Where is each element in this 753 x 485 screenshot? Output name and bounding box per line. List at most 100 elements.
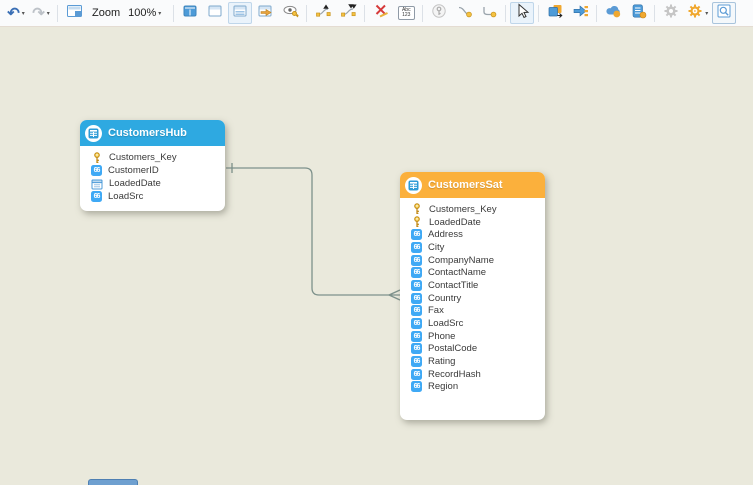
visibility-key-button[interactable] <box>278 2 302 24</box>
column-name: City <box>428 242 444 253</box>
column-row[interactable]: ContactTitle <box>411 279 539 292</box>
column-name: CompanyName <box>428 255 494 266</box>
add-entity-button[interactable] <box>178 2 202 24</box>
entity-customerssat-header[interactable]: CustomersSat <box>400 172 545 198</box>
copy-entity-icon <box>547 3 564 24</box>
pointer-tool-button[interactable] <box>510 2 534 24</box>
column-row[interactable]: Address <box>411 228 539 241</box>
column-row[interactable]: CustomerID <box>91 164 219 177</box>
calendar-icon <box>91 178 103 190</box>
preview-button[interactable] <box>712 2 736 24</box>
column-name: Address <box>428 229 463 240</box>
redo-icon: ↷ <box>32 6 45 21</box>
column-name: Rating <box>428 356 455 367</box>
modeling-app-window: ↶ ▾ ↷ ▾ Zoom 100% ▾ <box>0 0 753 485</box>
table-header-icon <box>207 3 223 24</box>
offscreen-entity-peek[interactable] <box>88 479 138 485</box>
column-row[interactable]: LoadedDate <box>91 177 219 190</box>
text-column-icon <box>411 242 422 253</box>
cloud-deploy-icon <box>605 3 622 24</box>
entity-customerssat[interactable]: CustomersSat Customers_Key LoadedDate Ad… <box>400 172 545 420</box>
zoom-control[interactable]: Zoom 100% ▾ <box>92 5 164 21</box>
database-settings-button[interactable] <box>626 2 650 24</box>
database-settings-icon <box>630 3 647 24</box>
table-key-icon <box>257 3 273 24</box>
key-circle-button[interactable] <box>427 2 451 24</box>
entity-customershub-header[interactable]: CustomersHub <box>80 120 225 146</box>
rename-abc123-button[interactable]: Abc 123 <box>394 2 418 24</box>
key-icon <box>411 216 423 228</box>
relationship-connector[interactable] <box>0 27 753 485</box>
zoom-value: 100% <box>128 7 156 19</box>
toolbar-separator <box>596 5 597 22</box>
toolbar: ↶ ▾ ↷ ▾ Zoom 100% ▾ <box>0 0 753 27</box>
toolbar-separator <box>57 5 58 22</box>
column-row[interactable]: LoadSrc <box>411 317 539 330</box>
column-name: LoadedDate <box>109 178 161 189</box>
generate-disabled-button[interactable] <box>659 2 683 24</box>
column-row[interactable]: LoadedDate <box>411 216 539 229</box>
text-column-icon <box>411 381 422 392</box>
abc-line2: 123 <box>402 13 410 18</box>
column-name: LoadedDate <box>429 217 481 228</box>
toolbar-separator <box>505 5 506 22</box>
column-row[interactable]: Country <box>411 292 539 305</box>
redo-button[interactable]: ↷ ▾ <box>29 2 53 24</box>
column-name: ContactName <box>428 267 486 278</box>
column-name: PostalCode <box>428 343 477 354</box>
zoom-dropdown-caret: ▾ <box>158 10 161 17</box>
entity-title: CustomersSat <box>428 179 503 191</box>
overview-button[interactable] <box>62 2 86 24</box>
text-column-icon <box>411 293 422 304</box>
column-row[interactable]: ContactName <box>411 266 539 279</box>
text-column-icon <box>411 280 422 291</box>
connector-up-button[interactable] <box>311 2 335 24</box>
copy-entity-button[interactable] <box>543 2 567 24</box>
text-column-icon <box>411 305 422 316</box>
connector-up-icon <box>315 3 332 24</box>
key-icon <box>411 203 423 215</box>
text-column-icon <box>411 369 422 380</box>
auto-route-connector-button[interactable] <box>477 2 501 24</box>
column-row[interactable]: Fax <box>411 305 539 318</box>
cloud-deploy-button[interactable] <box>601 2 625 24</box>
column-row[interactable]: LoadSrc <box>91 190 219 203</box>
table-key-button[interactable] <box>253 2 277 24</box>
column-name: Phone <box>428 331 455 342</box>
delete-connector-icon <box>373 3 389 24</box>
import-columns-button[interactable] <box>568 2 592 24</box>
column-name: ContactTitle <box>428 280 478 291</box>
toolbar-separator <box>654 5 655 22</box>
column-row[interactable]: Customers_Key <box>91 151 219 164</box>
column-row[interactable]: Region <box>411 381 539 394</box>
table-header-view-button[interactable] <box>203 2 227 24</box>
connector-down-button[interactable] <box>336 2 360 24</box>
column-row[interactable]: PostalCode <box>411 343 539 356</box>
text-column-icon <box>411 255 422 266</box>
redo-dropdown-caret[interactable]: ▾ <box>47 10 50 17</box>
column-row[interactable]: Phone <box>411 330 539 343</box>
entity-customershub[interactable]: CustomersHub Customers_Key CustomerID Lo… <box>80 120 225 211</box>
zoom-value-dropdown[interactable]: 100% ▾ <box>125 5 164 21</box>
import-columns-icon <box>572 3 589 24</box>
undo-button[interactable]: ↶ ▾ <box>4 2 28 24</box>
generate-button[interactable]: ▾ <box>684 2 711 24</box>
entity-solid-icon <box>182 3 198 24</box>
column-row[interactable]: RecordHash <box>411 368 539 381</box>
column-row[interactable]: Rating <box>411 355 539 368</box>
column-row[interactable]: City <box>411 241 539 254</box>
text-column-icon <box>411 318 422 329</box>
column-name: Customers_Key <box>429 204 497 215</box>
column-name: LoadSrc <box>108 191 143 202</box>
auto-connector-button[interactable] <box>452 2 476 24</box>
auto-connector-icon <box>456 3 472 24</box>
generate-dropdown-caret[interactable]: ▾ <box>705 10 708 17</box>
model-canvas[interactable]: CustomersHub Customers_Key CustomerID Lo… <box>0 27 753 485</box>
undo-dropdown-caret[interactable]: ▾ <box>22 10 25 17</box>
column-row[interactable]: CompanyName <box>411 254 539 267</box>
delete-connector-button[interactable] <box>369 2 393 24</box>
connector-down-icon <box>340 3 357 24</box>
table-rows-view-button[interactable] <box>228 2 252 24</box>
overview-icon <box>66 3 83 24</box>
column-row[interactable]: Customers_Key <box>411 203 539 216</box>
